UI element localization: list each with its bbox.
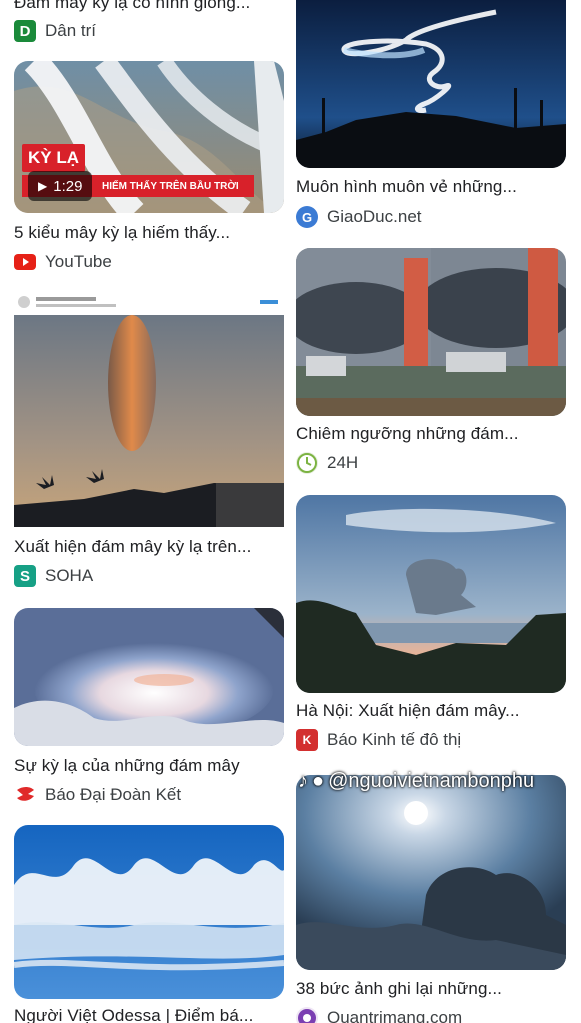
giaoduc-favicon-icon: G bbox=[296, 206, 318, 228]
result-thumbnail[interactable] bbox=[14, 293, 284, 527]
user-icon: ● bbox=[312, 770, 325, 792]
result-thumbnail[interactable] bbox=[296, 248, 566, 416]
result-title[interactable]: Hà Nội: Xuất hiện đám mây... bbox=[296, 700, 566, 722]
result-thumbnail[interactable] bbox=[14, 825, 284, 999]
play-icon: ▶ bbox=[38, 179, 48, 193]
sun-cloud-image bbox=[296, 775, 566, 970]
result-thumbnail[interactable] bbox=[296, 0, 566, 168]
result-title[interactable]: Muôn hình muôn vẻ những... bbox=[296, 176, 566, 198]
tiktok-watermark: ♪ ● @nguoivietnambonphu bbox=[298, 770, 534, 793]
soha-favicon-icon: S bbox=[14, 565, 36, 587]
result-card-soha[interactable]: Xuất hiện đám mây kỳ lạ trên... S SOHA bbox=[14, 293, 284, 588]
result-card-24h[interactable]: Chiêm ngưỡng những đám... 24H bbox=[296, 248, 566, 475]
result-card-dantri[interactable]: Đám mây kỳ lạ có hình giống... D Dân trí bbox=[14, 0, 284, 43]
pillar-cloud-image bbox=[14, 293, 284, 527]
hanoi-cloud-image bbox=[296, 495, 566, 693]
result-card-quantrimang[interactable]: 38 bức ảnh ghi lại những... Quantrimang.… bbox=[296, 775, 566, 1023]
quantrimang-favicon-icon bbox=[296, 1007, 318, 1023]
result-thumbnail[interactable]: KỲ LẠ HIẾM THẤY TRÊN BẦU TRỜI ▶ 1:29 bbox=[14, 61, 284, 213]
result-title[interactable]: 38 bức ảnh ghi lại những... bbox=[296, 978, 566, 1000]
youtube-icon bbox=[14, 251, 36, 273]
result-source: G GiaoDuc.net bbox=[296, 205, 566, 229]
dantri-favicon-icon: D bbox=[14, 20, 36, 42]
source-label: SOHA bbox=[45, 566, 94, 585]
result-source: 24H bbox=[296, 451, 566, 475]
result-title[interactable]: Xuất hiện đám mây kỳ lạ trên... bbox=[14, 536, 284, 558]
wave-cloud-image bbox=[14, 825, 284, 999]
result-card-daidoanket[interactable]: Sự kỳ lạ của những đám mây Báo Đại Đoàn … bbox=[14, 608, 284, 807]
result-source: Quantrimang.com bbox=[296, 1006, 566, 1023]
source-label: Báo Kinh tế đô thị bbox=[327, 730, 462, 749]
video-overlay-badge: KỲ LẠ bbox=[22, 144, 85, 172]
result-title[interactable]: 5 kiểu mây kỳ lạ hiếm thấy... bbox=[14, 222, 284, 244]
source-label: YouTube bbox=[45, 252, 112, 271]
result-source: S SOHA bbox=[14, 564, 284, 588]
rocket-trail-image bbox=[296, 0, 566, 168]
result-thumbnail[interactable] bbox=[296, 775, 566, 970]
result-title[interactable]: Chiêm ngưỡng những đám... bbox=[296, 423, 566, 445]
result-thumbnail[interactable] bbox=[14, 608, 284, 746]
source-label: 24H bbox=[327, 453, 359, 472]
result-card-youtube[interactable]: KỲ LẠ HIẾM THẤY TRÊN BẦU TRỜI ▶ 1:29 5 k… bbox=[14, 61, 284, 274]
source-label: Quantrimang.com bbox=[327, 1008, 463, 1023]
result-title[interactable]: Đám mây kỳ lạ có hình giống... bbox=[14, 0, 284, 14]
result-title[interactable]: Người Việt Odessa | Điểm bá... bbox=[14, 1005, 284, 1023]
24h-clock-icon bbox=[296, 452, 318, 474]
result-title[interactable]: Sự kỳ lạ của những đám mây bbox=[14, 755, 284, 777]
source-label: Dân trí bbox=[45, 21, 97, 40]
video-duration-badge: ▶ 1:29 bbox=[28, 171, 93, 201]
result-card-kinhtedothi[interactable]: Hà Nội: Xuất hiện đám mây... K Báo Kinh … bbox=[296, 495, 566, 752]
result-card-giaoduc[interactable]: Muôn hình muôn vẻ những... G GiaoDuc.net bbox=[296, 0, 566, 229]
result-source: D Dân trí bbox=[14, 19, 284, 43]
daidoanket-favicon-icon bbox=[14, 784, 36, 806]
result-source: Báo Đại Đoàn Kết bbox=[14, 783, 284, 807]
watermark-handle: @nguoivietnambonphu bbox=[328, 770, 535, 792]
result-source: YouTube bbox=[14, 250, 284, 274]
result-card-odessa[interactable]: Người Việt Odessa | Điểm bá... bbox=[14, 825, 284, 1023]
tiktok-icon: ♪ bbox=[298, 770, 308, 792]
iridescent-cloud-image bbox=[14, 608, 284, 746]
result-source: K Báo Kinh tế đô thị bbox=[296, 728, 566, 752]
video-duration: 1:29 bbox=[53, 177, 83, 195]
storm-cloud-image bbox=[296, 248, 566, 416]
result-thumbnail[interactable] bbox=[296, 495, 566, 693]
source-label: GiaoDuc.net bbox=[327, 207, 422, 226]
source-label: Báo Đại Đoàn Kết bbox=[45, 785, 182, 804]
kinhtedothi-favicon-icon: K bbox=[296, 729, 318, 751]
